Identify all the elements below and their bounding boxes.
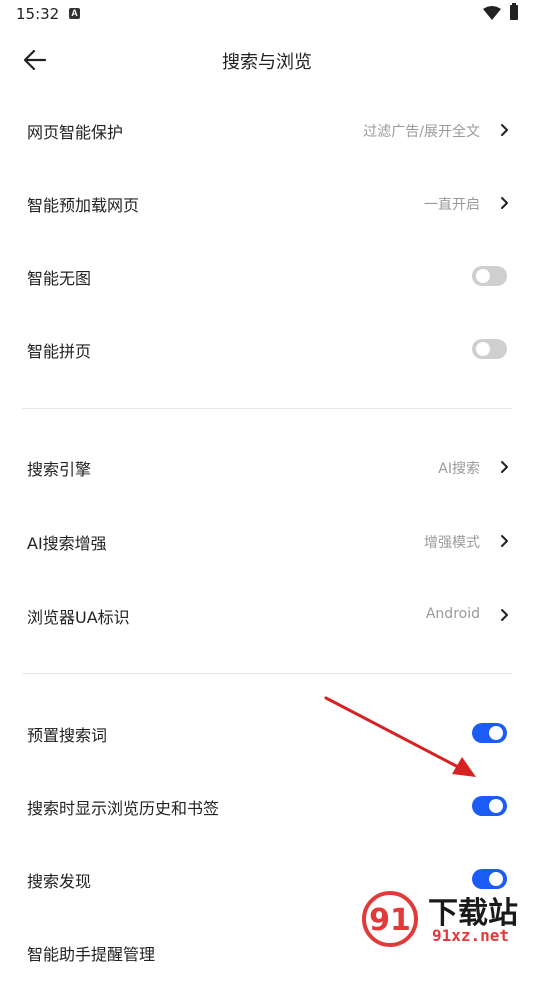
row-value: 过滤广告/展开全文	[363, 124, 480, 140]
section-divider	[22, 408, 512, 409]
row-search-engine[interactable]: 搜索引擎 AI搜索	[0, 437, 534, 497]
row-ai-search-enhance[interactable]: AI搜索增强 增强模式	[0, 511, 534, 571]
row-label: 搜索发现	[27, 872, 92, 891]
watermark-badge-icon: 91	[362, 891, 418, 947]
row-label: 浏览器UA标识	[27, 608, 130, 627]
chevron-right-icon	[501, 124, 508, 136]
row-show-history-bookmarks: 搜索时显示浏览历史和书签	[0, 776, 534, 836]
row-smart-no-image: 智能无图	[0, 246, 534, 306]
row-value: Android	[425, 606, 480, 622]
row-label: 搜索引擎	[27, 460, 92, 479]
search-discover-toggle[interactable]	[472, 869, 507, 889]
svg-text:91: 91	[369, 903, 411, 938]
row-label: AI搜索增强	[27, 534, 107, 553]
row-smart-page-merge: 智能拼页	[0, 319, 534, 379]
row-label: 智能无图	[27, 269, 92, 288]
row-value: 增强模式	[424, 535, 480, 551]
app-header: 搜索与浏览	[0, 30, 534, 90]
row-smart-preload[interactable]: 智能预加载网页 一直开启	[0, 173, 534, 233]
watermark-logo: 91 下载站 91xz.net	[362, 888, 534, 950]
toggle-knob	[489, 799, 503, 813]
battery-icon	[510, 3, 518, 20]
section-divider	[22, 673, 512, 674]
toggle-knob	[476, 342, 490, 356]
chevron-right-icon	[501, 609, 508, 621]
row-label: 网页智能保护	[27, 123, 124, 142]
chevron-right-icon	[501, 535, 508, 547]
wifi-icon	[483, 6, 501, 20]
row-value: 一直开启	[424, 197, 480, 213]
row-value: AI搜索	[438, 461, 480, 477]
row-browser-ua[interactable]: 浏览器UA标识 Android	[0, 585, 534, 645]
status-bar: 15:32 A	[0, 0, 534, 30]
smart-page-merge-toggle[interactable]	[472, 339, 507, 359]
toggle-knob	[476, 269, 490, 283]
page-title: 搜索与浏览	[222, 52, 312, 73]
status-time: 15:32	[16, 5, 60, 23]
row-label: 智能拼页	[27, 342, 92, 361]
show-history-bookmarks-toggle[interactable]	[472, 796, 507, 816]
notification-icon: A	[69, 8, 80, 19]
row-label: 预置搜索词	[27, 726, 108, 745]
watermark-domain: 91xz.net	[432, 926, 510, 945]
preset-search-words-toggle[interactable]	[472, 723, 507, 743]
row-label: 智能助手提醒管理	[27, 945, 156, 964]
row-label: 智能预加载网页	[27, 196, 140, 215]
row-web-smart-protection[interactable]: 网页智能保护 过滤广告/展开全文	[0, 100, 534, 160]
toggle-knob	[489, 726, 503, 740]
smart-no-image-toggle[interactable]	[472, 266, 507, 286]
row-preset-search-words: 预置搜索词	[0, 703, 534, 763]
row-label: 搜索时显示浏览历史和书签	[27, 799, 220, 818]
toggle-knob	[489, 872, 503, 886]
chevron-right-icon	[501, 461, 508, 473]
chevron-right-icon	[501, 197, 508, 209]
